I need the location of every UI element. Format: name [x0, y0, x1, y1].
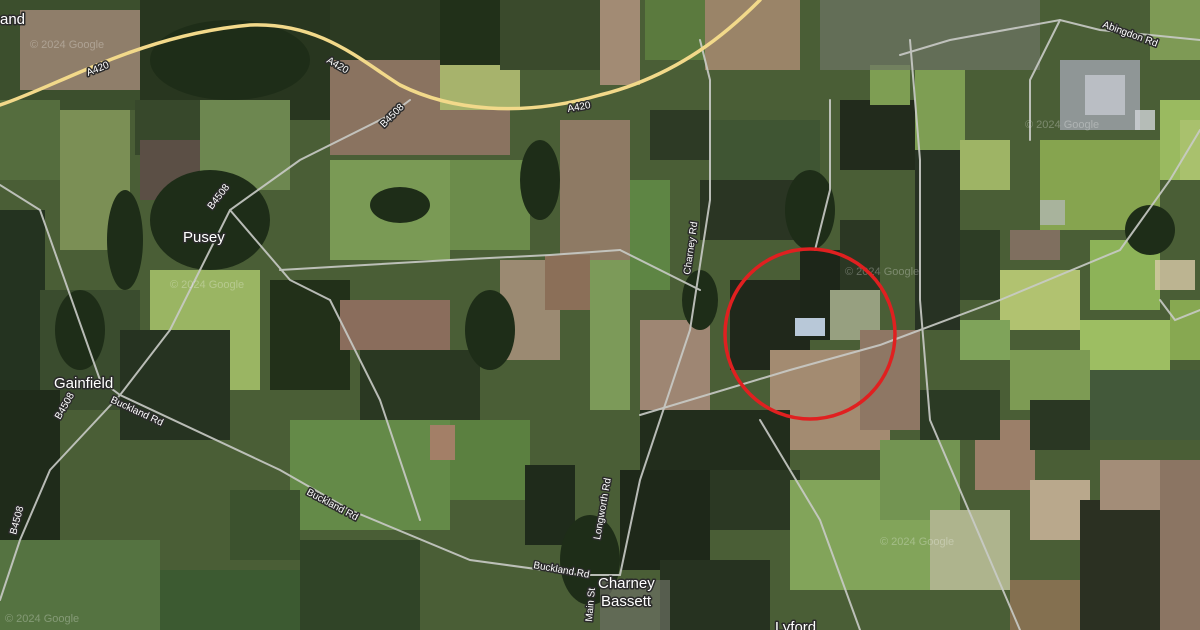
watermark: © 2024 Google [845, 266, 919, 278]
watermark: © 2024 Google [30, 39, 104, 51]
place-label-pusey: Pusey [183, 229, 225, 246]
place-label-lyford: Lyford [775, 619, 816, 630]
watermark: © 2024 Google [170, 279, 244, 291]
satellite-map[interactable]: © 2024 Google © 2024 Google © 2024 Googl… [0, 0, 1200, 630]
place-label-gainfield: Gainfield [54, 375, 113, 392]
place-label-partial: and [0, 11, 25, 28]
map-canvas[interactable]: © 2024 Google © 2024 Google © 2024 Googl… [0, 0, 1200, 630]
place-label-charney-bassett: Bassett [601, 593, 652, 610]
watermark: © 2024 Google [880, 536, 954, 548]
watermark: © 2024 Google [5, 613, 79, 625]
place-label-charney-bassett: Charney [598, 575, 655, 592]
watermark: © 2024 Google [1025, 119, 1099, 131]
